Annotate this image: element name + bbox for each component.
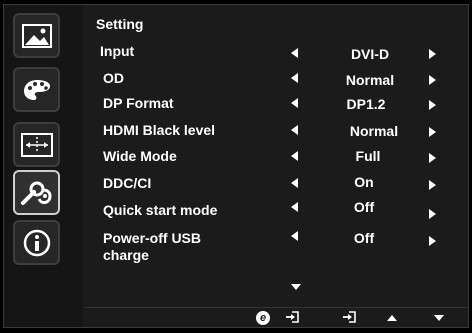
left-arrow-icon[interactable] — [291, 73, 298, 83]
setting-label: Input — [100, 43, 135, 59]
setting-value: Off — [353, 199, 375, 215]
setting-row-wide-mode[interactable]: Wide Mode Full — [4, 148, 468, 174]
setting-value: Off — [353, 230, 375, 246]
setting-value: On — [354, 174, 374, 190]
button-guide-bar: e — [84, 307, 468, 328]
scroll-down-indicator-icon — [291, 284, 301, 290]
left-arrow-icon[interactable] — [291, 231, 298, 241]
enter-icon[interactable] — [342, 311, 356, 323]
right-arrow-icon[interactable] — [429, 75, 436, 85]
setting-row-quick-start-mode[interactable]: Quick start mode Off — [4, 199, 468, 228]
setting-label: DP Format — [103, 95, 174, 111]
menu-title: Setting — [96, 16, 144, 32]
left-arrow-icon[interactable] — [291, 178, 298, 188]
right-arrow-icon[interactable] — [429, 236, 436, 246]
setting-row-input[interactable]: Input DVI-D — [4, 43, 468, 69]
up-arrow-icon[interactable] — [387, 315, 397, 321]
setting-label: HDMI Black level — [103, 122, 216, 138]
setting-label: Quick start mode — [103, 202, 218, 218]
setting-row-hdmi-black-level[interactable]: HDMI Black level Normal — [4, 122, 468, 148]
osd-menu: Setting Input DVI-D OD Normal DP Format … — [3, 4, 469, 328]
setting-value: DVI-D — [350, 46, 390, 62]
right-arrow-icon[interactable] — [429, 180, 436, 190]
setting-value: DP1.2 — [346, 96, 386, 112]
left-arrow-icon[interactable] — [291, 48, 298, 58]
right-arrow-icon[interactable] — [429, 100, 436, 110]
left-arrow-icon[interactable] — [291, 125, 298, 135]
setting-value: Normal — [345, 72, 395, 88]
setting-row-dp-format[interactable]: DP Format DP1.2 — [4, 95, 468, 121]
right-arrow-icon[interactable] — [429, 209, 436, 219]
setting-label: Wide Mode — [103, 148, 177, 164]
left-arrow-icon[interactable] — [291, 202, 298, 212]
left-arrow-icon[interactable] — [291, 151, 298, 161]
setting-label: Power-off USB charge — [103, 230, 201, 263]
setting-row-power-off-usb-charge[interactable]: Power-off USB charge Off — [4, 230, 468, 270]
right-arrow-icon[interactable] — [429, 153, 436, 163]
setting-label: OD — [103, 70, 124, 86]
e-key-icon[interactable]: e — [256, 311, 270, 325]
setting-row-od[interactable]: OD Normal — [4, 70, 468, 96]
setting-row-ddc-ci[interactable]: DDC/CI On — [4, 174, 468, 201]
down-arrow-icon[interactable] — [434, 315, 444, 321]
setting-label: DDC/CI — [103, 175, 152, 191]
left-arrow-icon[interactable] — [291, 98, 298, 108]
setting-value: Normal — [349, 123, 399, 139]
right-arrow-icon[interactable] — [429, 127, 436, 137]
right-arrow-icon[interactable] — [429, 49, 436, 59]
setting-value: Full — [355, 148, 381, 164]
enter-icon[interactable] — [285, 311, 299, 323]
